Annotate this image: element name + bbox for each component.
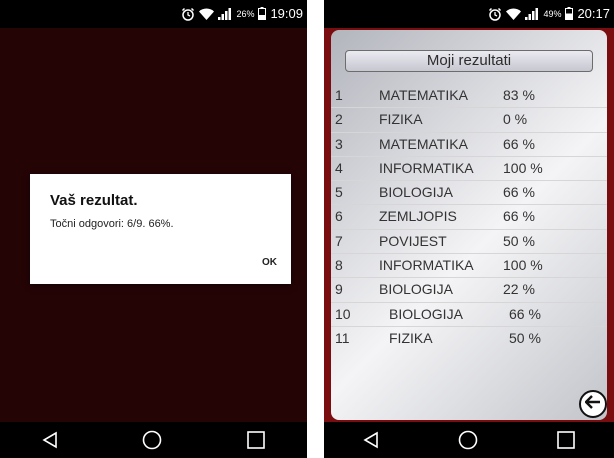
back-nav-icon[interactable] — [42, 431, 58, 449]
back-nav-icon[interactable] — [363, 431, 379, 449]
result-percent: 66 % — [503, 184, 535, 201]
result-subject: FIZIKA — [379, 111, 423, 128]
result-row: 1 MATEMATIKA 83 % — [331, 84, 607, 109]
result-subject: FIZIKA — [389, 329, 433, 346]
result-row: 7 POVIJEST 50 % — [331, 230, 607, 255]
arrow-left-circle-icon — [584, 394, 601, 414]
dialog-title: Vaš rezultat. — [50, 192, 138, 209]
wifi-icon — [506, 8, 522, 20]
status-clock: 19:09 — [270, 6, 303, 21]
ok-button[interactable]: OK — [262, 257, 277, 268]
battery-percent: 49% — [543, 8, 562, 19]
alarm-icon — [181, 7, 195, 21]
result-row: 11 FIZIKA 50 % — [331, 327, 607, 350]
result-percent: 100 % — [503, 257, 543, 274]
results-panel: Moji rezultati 1 MATEMATIKA 83 % 2 FIZIKA 0 %… — [331, 30, 607, 420]
phone-screen-left: 26% 19:09 Vaš rezultat. Točni odgovori: … — [0, 0, 307, 458]
result-row: 5 BIOLOGIJA 66 % — [331, 181, 607, 206]
recents-nav-icon[interactable] — [556, 431, 575, 449]
phone-screen-right: 49% 20:17 Moji rezultati 1 MATEMATIKA 83 %… — [324, 0, 614, 458]
result-row: 9 BIOLOGIJA 22 % — [331, 278, 607, 303]
home-nav-icon[interactable] — [458, 430, 478, 450]
result-number: 11 — [335, 329, 350, 346]
navigation-bar — [324, 422, 614, 458]
navigation-bar — [0, 422, 307, 458]
result-row: 3 MATEMATIKA 66 % — [331, 133, 607, 157]
battery-icon — [565, 7, 574, 20]
result-percent: 66 % — [503, 135, 535, 152]
result-number: 10 — [335, 305, 351, 322]
result-number: 9 — [335, 281, 343, 298]
battery-percent: 26% — [236, 8, 255, 19]
result-percent: 83 % — [503, 87, 535, 103]
results-title: Moji rezultati — [345, 50, 593, 72]
result-subject: BIOLOGIJA — [379, 281, 453, 298]
result-percent: 66 % — [509, 305, 541, 322]
result-percent: 50 % — [509, 329, 541, 346]
result-number: 1 — [335, 87, 343, 103]
app-background: Moji rezultati 1 MATEMATIKA 83 % 2 FIZIKA 0 %… — [324, 28, 614, 422]
result-row: 4 INFORMATIKA 100 % — [331, 157, 607, 182]
result-row: 10 BIOLOGIJA 66 % — [331, 303, 607, 327]
back-button[interactable] — [579, 390, 607, 418]
result-subject: BIOLOGIJA — [379, 184, 453, 201]
signal-icon — [218, 7, 232, 20]
result-number: 7 — [335, 232, 343, 249]
result-subject: MATEMATIKA — [379, 135, 468, 152]
result-number: 3 — [335, 135, 343, 152]
result-percent: 100 % — [503, 159, 543, 176]
alarm-icon — [488, 7, 502, 21]
status-clock: 20:17 — [577, 6, 610, 21]
result-row: 8 INFORMATIKA 100 % — [331, 254, 607, 279]
status-bar: 26% 19:09 — [0, 0, 307, 28]
result-subject: ZEMLJOPIS — [379, 208, 457, 225]
result-percent: 0 % — [503, 111, 528, 128]
result-subject: POVIJEST — [379, 232, 447, 249]
result-percent: 66 % — [503, 208, 535, 225]
recents-nav-icon[interactable] — [247, 431, 265, 449]
result-subject: MATEMATIKA — [379, 87, 468, 103]
result-number: 4 — [335, 159, 343, 176]
result-number: 5 — [335, 184, 343, 201]
results-list: 1 MATEMATIKA 83 % 2 FIZIKA 0 % 3 MATEMATIKA 66 %… — [331, 84, 607, 350]
result-number: 2 — [335, 111, 343, 128]
result-row: 2 FIZIKA 0 % — [331, 108, 607, 133]
battery-icon — [258, 7, 267, 20]
app-background: Vaš rezultat. Točni odgovori: 6/9. 66%. … — [0, 28, 307, 422]
result-subject: INFORMATIKA — [379, 257, 474, 274]
result-row: 6 ZEMLJOPIS 66 % — [331, 205, 607, 230]
result-number: 6 — [335, 208, 343, 225]
home-nav-icon[interactable] — [142, 430, 162, 450]
result-dialog: Vaš rezultat. Točni odgovori: 6/9. 66%. … — [30, 174, 291, 284]
result-subject: INFORMATIKA — [379, 159, 474, 176]
wifi-icon — [199, 8, 215, 20]
result-number: 8 — [335, 257, 343, 274]
result-percent: 22 % — [503, 281, 535, 298]
signal-icon — [525, 7, 539, 20]
result-subject: BIOLOGIJA — [389, 305, 463, 322]
dialog-message: Točni odgovori: 6/9. 66%. — [50, 218, 174, 230]
result-percent: 50 % — [503, 232, 535, 249]
status-bar: 49% 20:17 — [324, 0, 614, 28]
